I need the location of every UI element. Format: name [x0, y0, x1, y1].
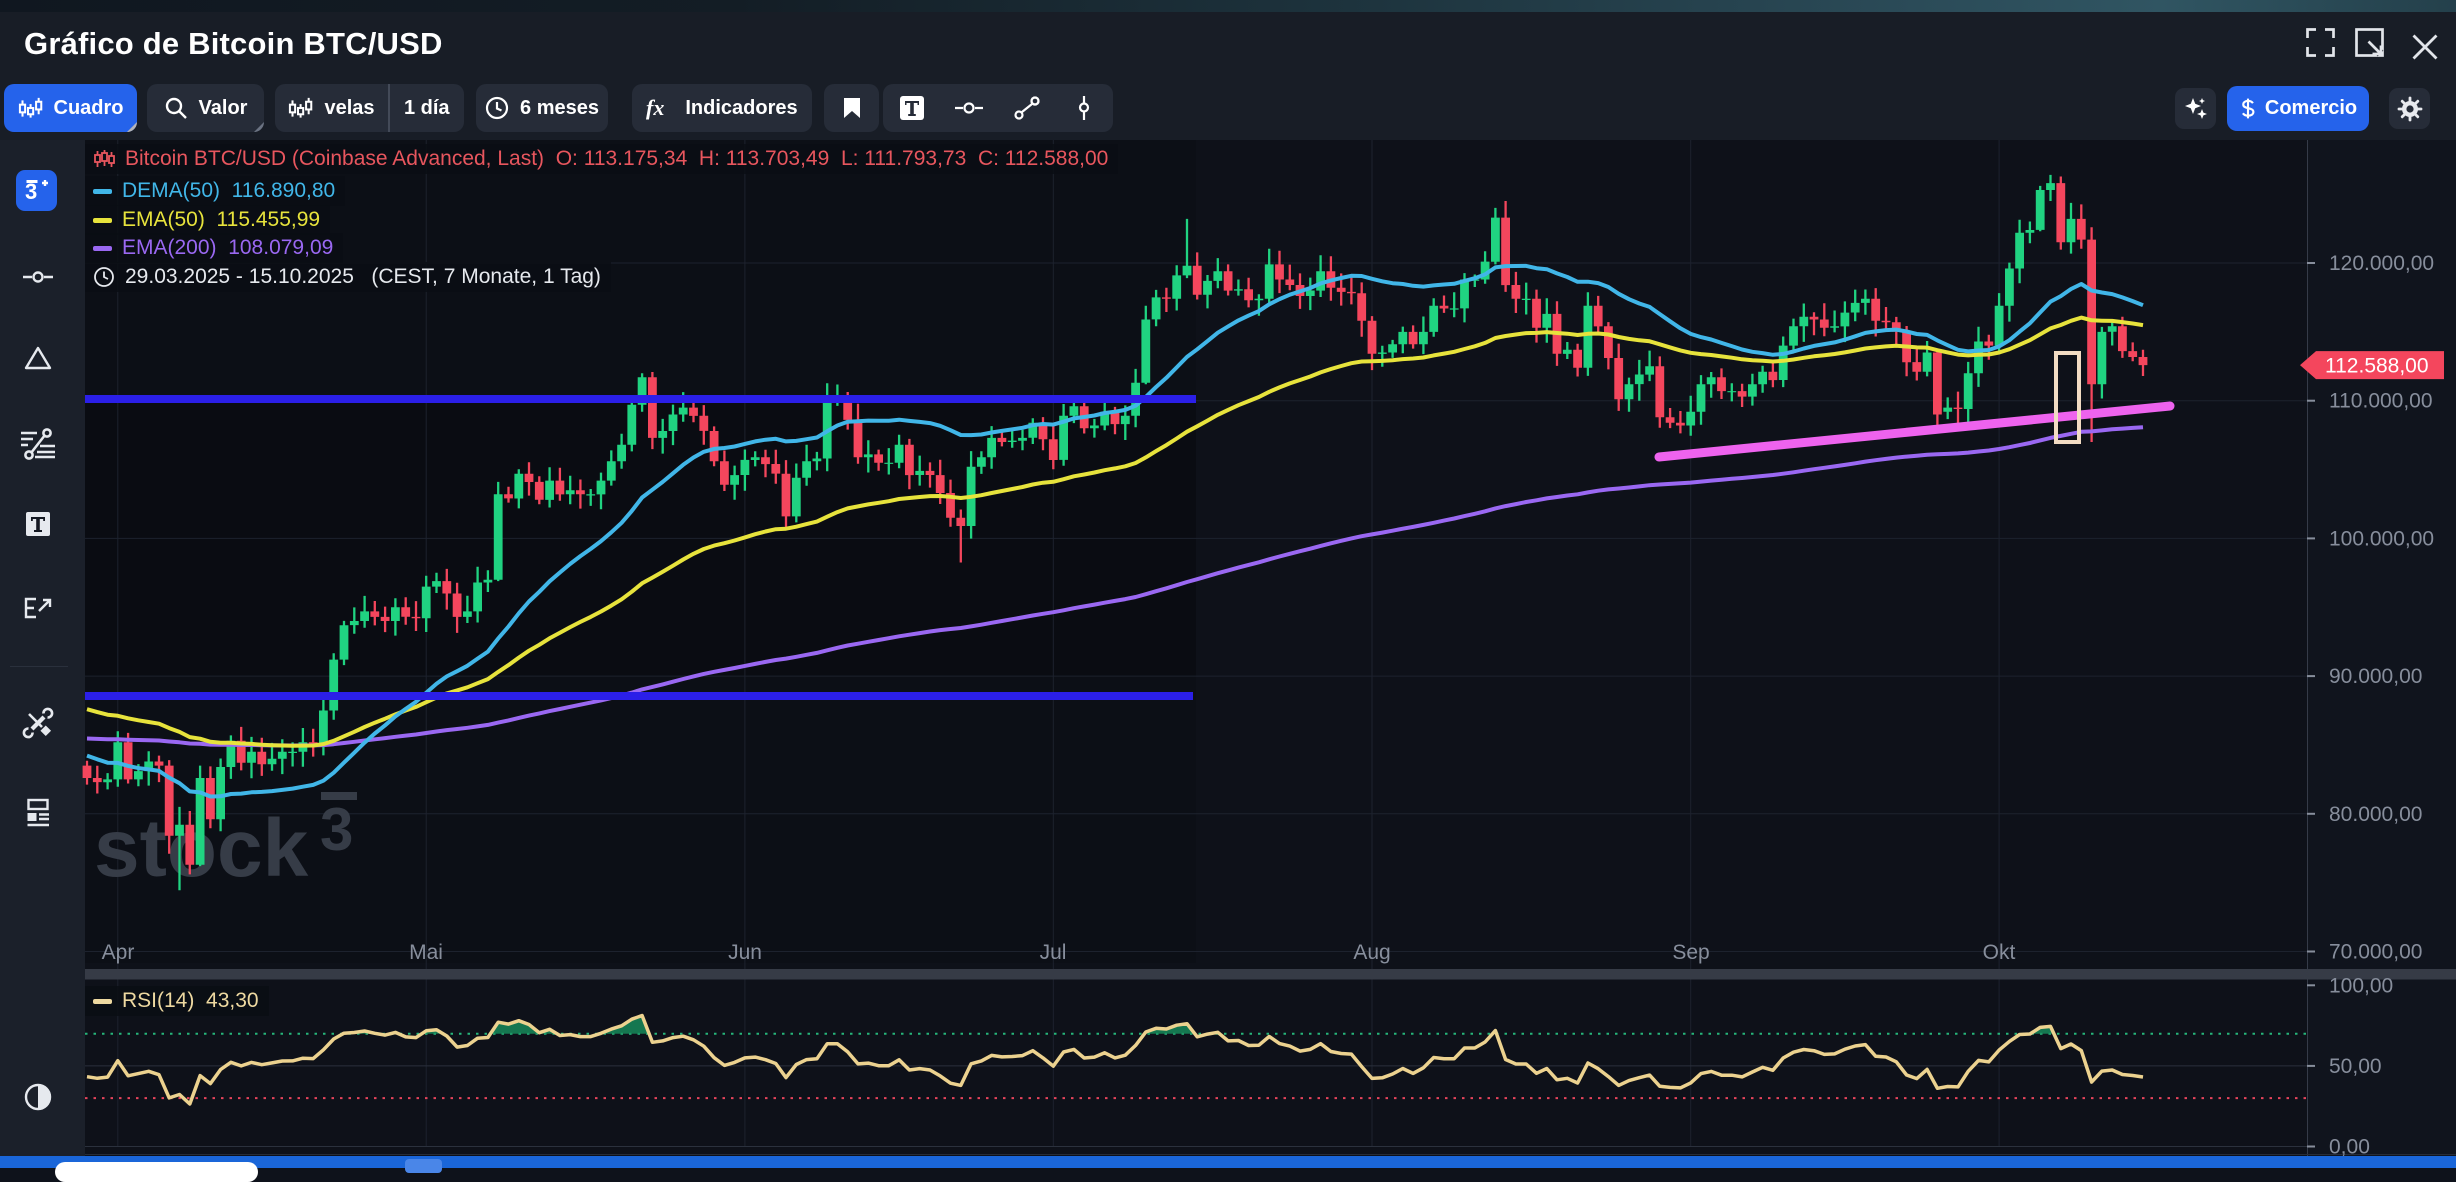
svg-text:70.000,00: 70.000,00	[2329, 941, 2422, 964]
svg-text:110.000,00: 110.000,00	[2329, 390, 2433, 413]
svg-text:Aug: Aug	[1353, 941, 1390, 964]
svg-text:Apr: Apr	[102, 941, 135, 964]
svg-text:Jun: Jun	[728, 941, 762, 964]
svg-text:fx: fx	[646, 96, 664, 120]
svg-text:Okt: Okt	[1983, 941, 2016, 964]
svg-text:100.000,00: 100.000,00	[2329, 527, 2434, 550]
svg-text:50,00: 50,00	[2329, 1055, 2382, 1078]
svg-text:Mai: Mai	[409, 941, 443, 964]
svg-text:112.588,00: 112.588,00	[2325, 355, 2429, 378]
svg-text:80.000,00: 80.000,00	[2329, 803, 2422, 826]
svg-text:Jul: Jul	[1040, 941, 1067, 964]
svg-text:Sep: Sep	[1672, 941, 1709, 964]
svg-text:100,00: 100,00	[2329, 974, 2393, 997]
svg-text:90.000,00: 90.000,00	[2329, 665, 2422, 688]
svg-text:120.000,00: 120.000,00	[2329, 252, 2434, 275]
svg-text:3: 3	[320, 796, 353, 863]
